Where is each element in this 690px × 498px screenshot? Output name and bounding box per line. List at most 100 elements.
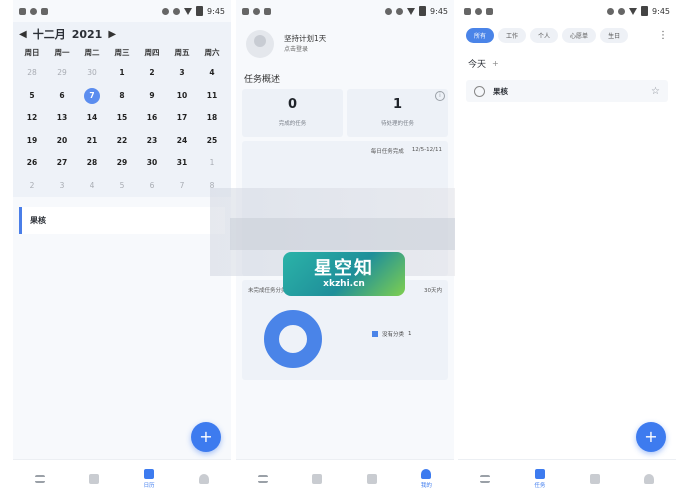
day-number: 15 xyxy=(116,113,128,122)
calendar-day[interactable]: 12 xyxy=(17,107,47,130)
selected-day[interactable]: 7 xyxy=(77,85,107,108)
calendar-day[interactable]: 8 xyxy=(107,85,137,108)
app-icon xyxy=(30,7,37,15)
nav-calendar[interactable] xyxy=(589,474,600,484)
pending-label: 待处理的任务 xyxy=(380,121,414,127)
day-number: 6 xyxy=(59,90,65,100)
calendar-day[interactable]: 2 xyxy=(17,175,47,198)
calendar-day[interactable]: 29 xyxy=(107,152,137,175)
calendar-day[interactable]: 29 xyxy=(47,62,77,85)
calendar-day[interactable]: 15 xyxy=(107,107,137,130)
tab-birthday[interactable]: 生日 xyxy=(600,28,629,43)
avatar[interactable] xyxy=(246,30,274,58)
calendar-day[interactable]: 30 xyxy=(77,62,107,85)
calendar-icon xyxy=(589,474,600,484)
nav-profile[interactable] xyxy=(643,474,654,484)
distribution-filter[interactable]: 30天内 xyxy=(424,286,442,294)
day-number: 31 xyxy=(176,158,188,167)
calendar-day[interactable]: 9 xyxy=(137,85,167,108)
add-task-button[interactable]: + xyxy=(636,422,666,452)
login-link[interactable]: 点击登录 xyxy=(284,44,326,55)
more-options-icon[interactable]: ⋮ xyxy=(658,30,668,41)
calendar-day[interactable]: 5 xyxy=(17,85,47,108)
alarm-icon xyxy=(618,7,626,15)
calendar-day[interactable]: 6 xyxy=(47,85,77,108)
calendar-day[interactable]: 18 xyxy=(197,107,227,130)
app-icon xyxy=(264,7,271,15)
calendar-day[interactable]: 16 xyxy=(137,107,167,130)
nav-tasks[interactable] xyxy=(312,474,323,484)
chevron-right-icon[interactable]: ▶ xyxy=(108,29,116,40)
calendar-day[interactable]: 19 xyxy=(17,130,47,153)
tab-personal[interactable]: 个人 xyxy=(530,28,559,43)
calendar-day[interactable]: 22 xyxy=(107,130,137,153)
overview-title: 任务概述 xyxy=(244,75,281,85)
nav-calendar[interactable]: 日历 xyxy=(144,469,155,489)
day-number: 20 xyxy=(56,135,68,145)
calendar-day[interactable]: 7 xyxy=(167,175,197,198)
calendar-day[interactable]: 6 xyxy=(137,175,167,198)
calendar-day[interactable]: 30 xyxy=(137,152,167,175)
calendar-day[interactable]: 21 xyxy=(77,130,107,153)
calendar-day[interactable]: 10 xyxy=(167,85,197,108)
nav-calendar[interactable] xyxy=(366,474,377,484)
task-row[interactable]: 果核 ☆ xyxy=(466,80,668,102)
calendar-day[interactable]: 2 xyxy=(137,62,167,85)
calendar-day[interactable]: 4 xyxy=(197,62,227,85)
nav-tasks[interactable] xyxy=(89,474,100,484)
nav-profile[interactable] xyxy=(198,474,209,484)
tab-wishlist[interactable]: 心愿单 xyxy=(562,28,597,43)
profile-header[interactable]: 坚持计划1天 点击登录 xyxy=(236,22,454,66)
calendar-day[interactable]: 3 xyxy=(167,62,197,85)
today-group[interactable]: 今天 + xyxy=(458,49,676,74)
watermark-domain: xkzhi.cn xyxy=(323,279,365,289)
weekly-range[interactable]: 12/5-12/11 xyxy=(412,147,442,155)
calendar-panel: ◀ 十二月 2021 ▶ 周日 周一 周二 周三 周四 周五 周六 28 29 30 1 2 3 4 5 6 7… xyxy=(13,22,231,197)
notification-icon xyxy=(464,7,471,15)
calendar-day[interactable]: 31 xyxy=(167,152,197,175)
add-task-button[interactable]: + xyxy=(191,422,221,452)
calendar-day[interactable]: 4 xyxy=(77,175,107,198)
calendar-day[interactable]: 13 xyxy=(47,107,77,130)
tab-work[interactable]: 工作 xyxy=(498,28,527,43)
calendar-day[interactable]: 25 xyxy=(197,130,227,153)
nav-tasks[interactable]: 任务 xyxy=(534,469,545,489)
calendar-day[interactable]: 14 xyxy=(77,107,107,130)
day-number: 1 xyxy=(119,68,125,77)
calendar-day[interactable]: 27 xyxy=(47,152,77,175)
calendar-day[interactable]: 1 xyxy=(107,62,137,85)
nav-menu[interactable] xyxy=(480,475,491,483)
nav-menu[interactable] xyxy=(258,475,269,483)
star-icon[interactable]: ☆ xyxy=(651,86,660,97)
add-icon[interactable]: + xyxy=(492,59,499,68)
nav-profile[interactable]: 我的 xyxy=(421,469,432,489)
info-icon[interactable]: i xyxy=(435,91,445,101)
day-number: 26 xyxy=(26,158,38,167)
tab-all[interactable]: 所有 xyxy=(466,28,495,43)
status-bar: 9:45 xyxy=(236,0,454,22)
calendar-day[interactable]: 20 xyxy=(47,130,77,153)
calendar-day[interactable]: 28 xyxy=(77,152,107,175)
person-icon xyxy=(643,474,654,484)
nav-menu[interactable] xyxy=(35,475,46,483)
notification-icon xyxy=(19,7,26,15)
calendar-day[interactable]: 24 xyxy=(167,130,197,153)
calendar-day[interactable]: 3 xyxy=(47,175,77,198)
calendar-task-item[interactable]: 果核 xyxy=(19,207,225,234)
chevron-left-icon[interactable]: ◀ xyxy=(19,29,27,40)
calendar-day[interactable]: 23 xyxy=(137,130,167,153)
task-checkbox[interactable] xyxy=(474,85,485,97)
day-number: 12 xyxy=(26,113,38,122)
menu-icon xyxy=(35,475,46,483)
status-bar: 9:45 xyxy=(13,0,231,22)
calendar-day[interactable]: 28 xyxy=(17,62,47,85)
calendar-day[interactable]: 5 xyxy=(107,175,137,198)
nav-calendar-label: 日历 xyxy=(143,483,155,489)
bottom-nav: 我的 xyxy=(236,459,454,498)
day-number: 3 xyxy=(179,68,185,77)
calendar-day[interactable]: 26 xyxy=(17,152,47,175)
calendar-day[interactable]: 1 xyxy=(197,152,227,175)
calendar-day[interactable]: 17 xyxy=(167,107,197,130)
calendar-day[interactable]: 11 xyxy=(197,85,227,108)
day-number: 9 xyxy=(149,90,155,100)
